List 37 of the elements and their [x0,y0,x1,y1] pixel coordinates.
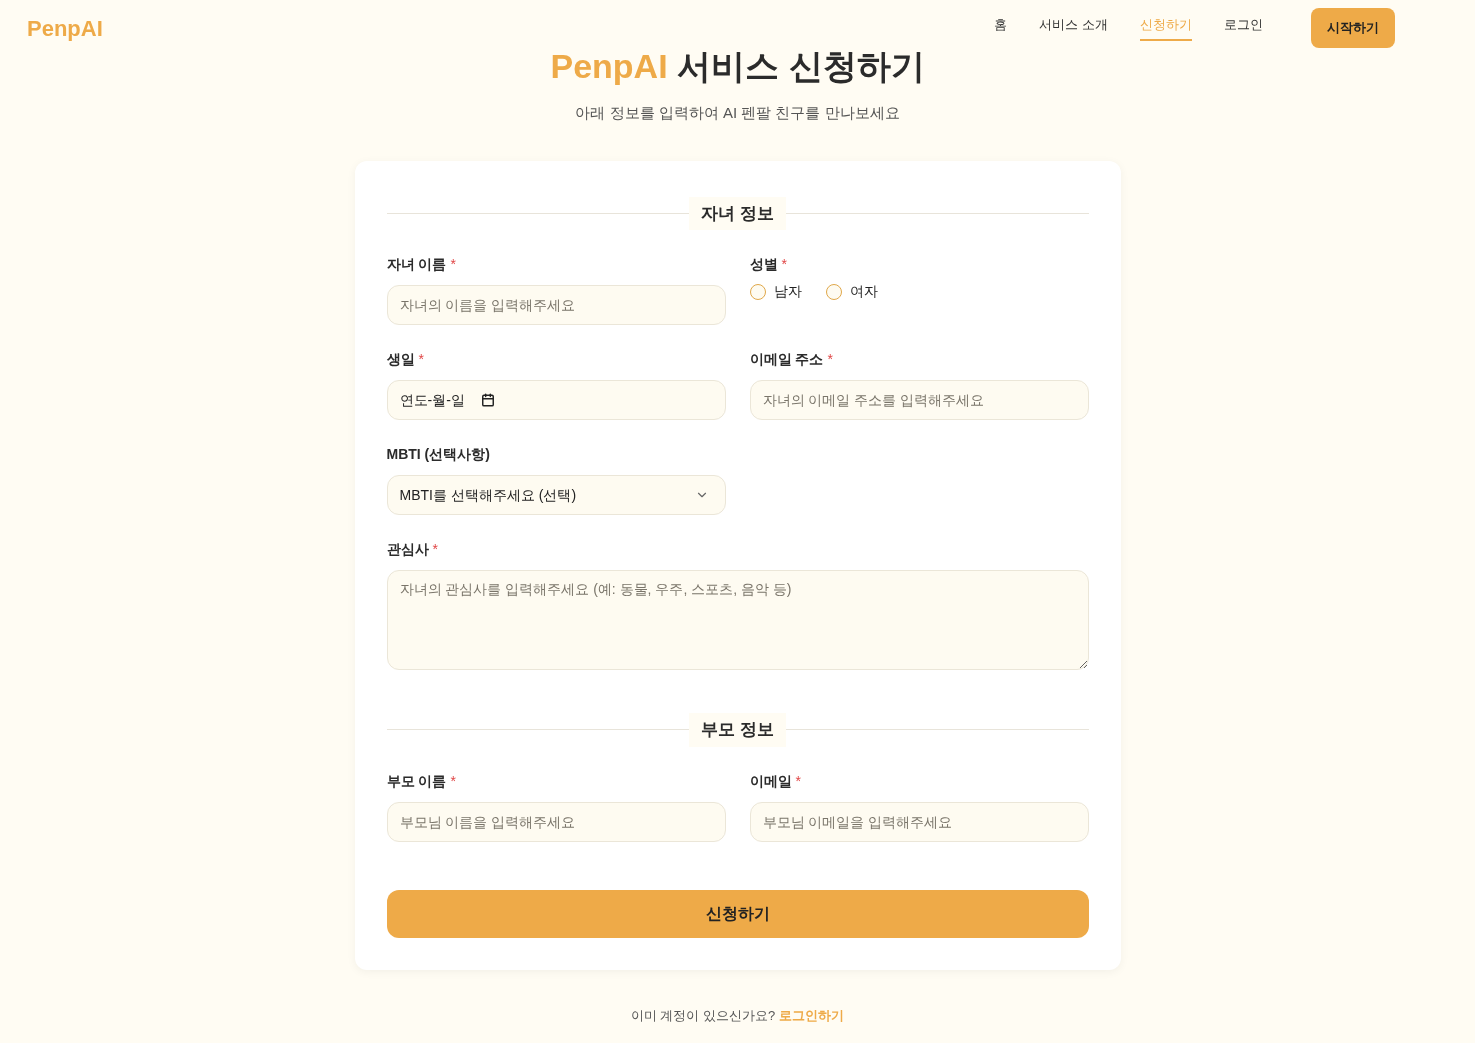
field-label: MBTI (선택사항) [386,445,490,464]
required-mark: * [827,350,833,369]
start-button[interactable]: 시작하기 [1311,8,1395,48]
radio-button[interactable] [749,283,766,300]
submit-button[interactable]: 신청하기 [386,889,1089,938]
radio-button[interactable] [825,283,842,300]
field-label: 자녀 이름 [386,255,447,274]
nav-link[interactable]: 홈 [994,15,1008,41]
field-label: 성별 [749,255,778,274]
required-mark: * [450,771,456,791]
textarea-field[interactable]: 자녀의 관심사를 입력해주세요 (예: 동물, 우주, 스포츠, 음악 등) [386,570,1089,670]
section-title: 자녀 정보 [689,196,786,230]
field-label: 이메일 주소 [749,350,824,369]
required-mark: * [418,350,424,369]
text-field[interactable]: 부모님 이메일을 입력해주세요 [749,801,1089,842]
required-mark: * [781,255,787,274]
page-subtitle: 아래 정보를 입력하여 AI 펜팔 친구를 만나보세요 [575,103,900,123]
field-label: 관심사 [386,540,429,559]
page-title: PenpAI 서비스 신청하기 [550,46,925,87]
date-field[interactable]: 연도-월-일 [386,380,726,420]
calendar-icon [480,393,495,407]
text-field[interactable]: 자녀의 이름을 입력해주세요 [386,285,726,325]
nav-link[interactable]: 로그인 [1224,15,1263,41]
text-field[interactable]: 자녀의 이메일 주소를 입력해주세요 [749,380,1089,420]
required-mark: * [432,540,438,559]
required-mark: * [795,771,801,791]
field-label: 이메일 [749,771,792,791]
select-dropdown[interactable]: MBTI를 선택해주세요 (선택) [386,475,726,515]
required-mark: * [450,255,456,274]
radio-option[interactable]: 남자 [749,281,802,302]
text-field[interactable]: 부모님 이름을 입력해주세요 [386,801,726,842]
footer-text: 이미 계정이 있으신가요? [630,1006,776,1025]
field-label: 부모 이름 [386,771,447,791]
radio-option[interactable]: 여자 [825,281,878,302]
field-label: 생일 [386,350,415,369]
nav-link[interactable]: 서비스 소개 [1039,15,1108,41]
section-title: 부모 정보 [689,713,786,747]
